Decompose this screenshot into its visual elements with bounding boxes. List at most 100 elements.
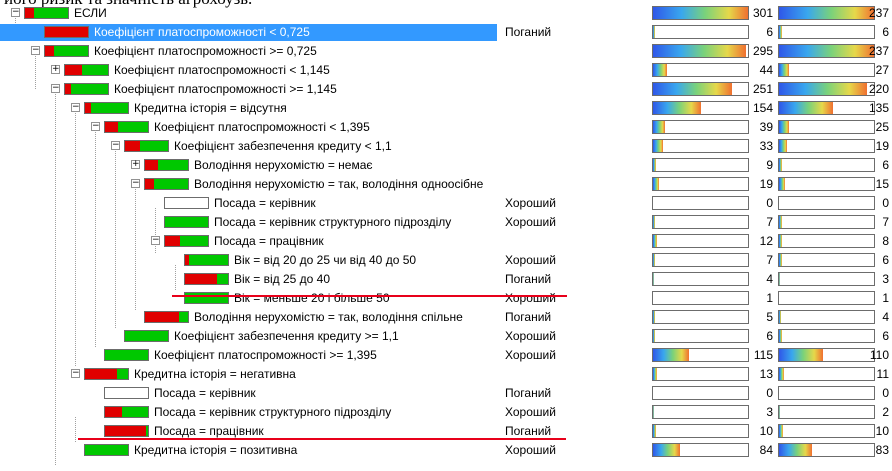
condition-bar xyxy=(164,216,209,228)
confidence-bar-fill xyxy=(779,235,782,247)
confidence-bar-fill xyxy=(779,216,782,228)
support-bar-fill xyxy=(653,330,655,342)
support-count: 0 xyxy=(766,196,773,210)
tree-row[interactable]: Вік = меньше 20 і більше 50 Хороший 1 1 xyxy=(0,289,892,308)
tree-row-class: Поганий xyxy=(505,386,552,400)
tree-row[interactable]: Посада = керівник Хороший 0 0 xyxy=(0,194,892,213)
tree-row[interactable]: − Коефіцієнт платоспроможності < 1,395 39 2… xyxy=(0,118,892,137)
support-bar-fill xyxy=(653,102,701,114)
tree-row-class: Хороший xyxy=(505,215,556,229)
tree-row-class: Поганий xyxy=(505,272,552,286)
collapse-toggle-icon[interactable]: − xyxy=(31,46,40,55)
confidence-count: 220 xyxy=(868,82,889,96)
support-bar xyxy=(652,215,749,229)
support-bar xyxy=(652,405,749,419)
expand-toggle-icon[interactable]: + xyxy=(51,65,60,74)
condition-bar-bad xyxy=(185,274,217,284)
support-count: 295 xyxy=(752,44,773,58)
support-bar-fill xyxy=(653,425,656,437)
support-bar xyxy=(652,101,749,115)
support-bar-fill xyxy=(653,64,668,76)
collapse-toggle-icon[interactable]: − xyxy=(71,103,80,112)
expand-toggle-icon[interactable]: + xyxy=(131,160,140,169)
tree-row[interactable]: Вік = від 20 до 25 чи від 40 до 50 Хороши… xyxy=(0,251,892,270)
condition-bar xyxy=(184,292,229,304)
tree-row[interactable]: Вік = від 25 до 40 Поганий 4 3 xyxy=(0,270,892,289)
tree-row-class: Поганий xyxy=(505,424,552,438)
tree-row-label: Володіння нерухомістю = так, володіння с… xyxy=(194,310,463,324)
tree-row[interactable]: Володіння нерухомістю = так, володіння с… xyxy=(0,308,892,327)
tree-row-label: Коефіцієнт платоспроможності >= 1,145 xyxy=(114,82,337,96)
support-bar xyxy=(652,443,749,457)
tree-row[interactable]: + Володіння нерухомістю = немає 9 6 xyxy=(0,156,892,175)
condition-bar xyxy=(124,330,169,342)
collapse-toggle-icon[interactable]: − xyxy=(71,369,80,378)
support-count: 33 xyxy=(759,139,773,153)
collapse-toggle-icon[interactable]: − xyxy=(111,141,120,150)
support-bar xyxy=(652,424,749,438)
tree-row[interactable]: Посада = керівник структурного підрозділ… xyxy=(0,403,892,422)
tree-row[interactable]: Коефіцієнт платоспроможності >= 1,395 Хор… xyxy=(0,346,892,365)
tree-row[interactable]: − ЕСЛИ 301 237 xyxy=(0,4,892,23)
tree-row-label: Коефіцієнт платоспроможності >= 1,395 xyxy=(154,348,377,362)
support-count: 12 xyxy=(759,234,773,248)
tree-row[interactable]: Кредитна історія = позитивна Хороший 84 83 xyxy=(0,441,892,460)
collapse-toggle-icon[interactable]: − xyxy=(131,179,140,188)
collapse-toggle-icon[interactable]: − xyxy=(11,8,20,17)
confidence-bar-fill xyxy=(779,273,780,285)
condition-bar-good xyxy=(91,103,128,113)
condition-bar-good xyxy=(217,274,228,284)
tree-row-label: Коефіцієнт платоспроможності >= 0,725 xyxy=(94,44,317,58)
tree-row[interactable]: Посада = керівник Поганий 0 0 xyxy=(0,384,892,403)
tree-row[interactable]: Коефіцієнт платоспроможності < 0,725 Пога… xyxy=(0,23,892,42)
support-count: 6 xyxy=(766,329,773,343)
tree-row-class: Хороший xyxy=(505,348,556,362)
tree-row[interactable]: − Коефіцієнт платоспроможності >= 0,725 29… xyxy=(0,42,892,61)
condition-bar-bad xyxy=(165,236,180,246)
confidence-bar-fill xyxy=(779,425,783,437)
support-bar xyxy=(652,348,749,362)
support-bar xyxy=(652,120,749,134)
condition-bar xyxy=(104,406,149,418)
tree-row[interactable]: − Посада = працівник 12 8 xyxy=(0,232,892,251)
condition-bar xyxy=(144,311,189,323)
tree-row[interactable]: Посада = керівник структурного підрозділ… xyxy=(0,213,892,232)
support-count: 6 xyxy=(766,25,773,39)
condition-bar xyxy=(104,121,149,133)
tree-row[interactable]: − Кредитна історія = негативна 13 11 xyxy=(0,365,892,384)
support-bar-fill xyxy=(653,83,732,95)
confidence-count: 0 xyxy=(882,196,889,210)
confidence-bar-fill xyxy=(779,406,780,418)
confidence-count: 6 xyxy=(882,329,889,343)
support-bar xyxy=(652,177,749,191)
support-count: 19 xyxy=(759,177,773,191)
tree-row[interactable]: − Володіння нерухомістю = так, володіння … xyxy=(0,175,892,194)
support-count: 3 xyxy=(766,405,773,419)
tree-row[interactable]: Коефіцієнт забезпечення кредиту >= 1,1 Хо… xyxy=(0,327,892,346)
collapse-toggle-icon[interactable]: − xyxy=(91,122,100,131)
tree-row-label: Кредитна історія = позитивна xyxy=(134,443,298,457)
confidence-count: 6 xyxy=(882,253,889,267)
tree-row[interactable]: − Коефіцієнт платоспроможності >= 1,145 25… xyxy=(0,80,892,99)
tree-row-label: Кредитна історія = відсутня xyxy=(134,101,287,115)
tree-row[interactable]: − Кредитна історія = відсутня 154 135 xyxy=(0,99,892,118)
tree-row-label: Вік = від 25 до 40 xyxy=(234,272,331,286)
condition-bar-bad xyxy=(45,27,88,37)
condition-bar xyxy=(44,45,89,57)
support-bar-fill xyxy=(653,254,655,266)
confidence-bar-fill xyxy=(779,102,834,114)
condition-bar xyxy=(164,235,209,247)
condition-bar-bad xyxy=(85,369,117,379)
support-count: 7 xyxy=(766,253,773,267)
confidence-count: 237 xyxy=(868,6,889,20)
tree-row[interactable]: − Коефіцієнт забезпечення кредиту < 1,1 33… xyxy=(0,137,892,156)
support-bar xyxy=(652,310,749,324)
support-bar-fill xyxy=(653,159,656,171)
tree-row-label: Коефіцієнт платоспроможності < 0,725 xyxy=(94,25,310,39)
confidence-count: 25 xyxy=(875,120,889,134)
collapse-toggle-icon[interactable]: − xyxy=(51,84,60,93)
support-count: 5 xyxy=(766,310,773,324)
tree-row[interactable]: + Коефіцієнт платоспроможності < 1,145 44 2… xyxy=(0,61,892,80)
collapse-toggle-icon[interactable]: − xyxy=(151,236,160,245)
support-count: 84 xyxy=(759,443,773,457)
